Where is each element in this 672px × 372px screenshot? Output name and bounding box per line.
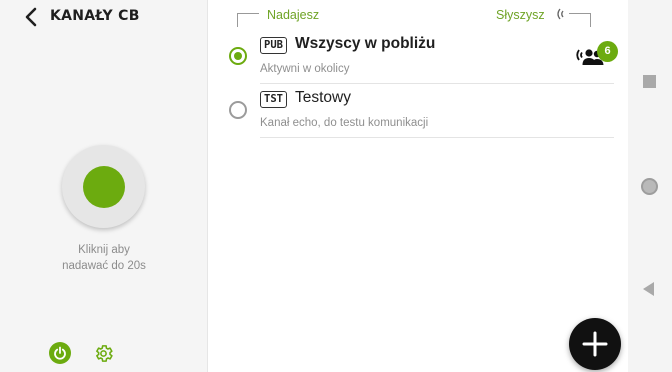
row-divider bbox=[260, 137, 614, 138]
channel-name: Wszyscy w pobliżu bbox=[295, 35, 436, 52]
channel-description: Aktywni w okolicy bbox=[260, 63, 350, 75]
gear-icon bbox=[96, 345, 113, 362]
push-to-talk-hint: Kliknij aby nadawać do 20s bbox=[0, 243, 208, 274]
transmit-column-bracket bbox=[237, 13, 259, 27]
push-to-talk-indicator bbox=[82, 165, 125, 208]
page-title: KANAŁY CB bbox=[50, 8, 140, 24]
listen-column-header: Słyszysz bbox=[496, 8, 545, 22]
channel-description: Kanał echo, do testu komunikacji bbox=[260, 117, 429, 129]
channel-row-public[interactable]: PUB Wszyscy w pobliżu Aktywni w okolicy … bbox=[209, 30, 628, 84]
transmit-radio-selected[interactable] bbox=[229, 47, 247, 65]
power-button[interactable] bbox=[49, 342, 71, 364]
push-to-talk-hint-line2: nadawać do 20s bbox=[62, 259, 146, 272]
system-navigation-bar bbox=[628, 0, 672, 372]
add-channel-button[interactable] bbox=[569, 318, 621, 370]
channel-tag: PUB bbox=[260, 37, 287, 54]
back-triangle-icon[interactable] bbox=[643, 282, 654, 296]
channel-list-panel: Nadajesz Słyszysz PUB Wszyscy w pobliżu … bbox=[209, 0, 628, 372]
home-icon[interactable] bbox=[641, 178, 658, 195]
push-to-talk-button[interactable] bbox=[62, 145, 145, 228]
transmit-column-header: Nadajesz bbox=[267, 8, 320, 22]
settings-button[interactable] bbox=[93, 343, 114, 364]
radio-dot bbox=[234, 52, 242, 60]
power-icon bbox=[54, 346, 66, 360]
left-panel: KANAŁY CB Kliknij aby nadawać do 20s bbox=[0, 0, 208, 372]
recent-apps-icon[interactable] bbox=[643, 75, 656, 88]
channel-name: Testowy bbox=[295, 89, 351, 106]
channel-tag: TST bbox=[260, 91, 287, 108]
signal-wave-icon bbox=[557, 8, 564, 20]
listen-column-bracket bbox=[569, 13, 591, 27]
transmit-radio-unselected[interactable] bbox=[229, 101, 247, 119]
arrow-back-icon bbox=[25, 7, 37, 27]
listeners-count-badge: 6 bbox=[597, 41, 618, 62]
push-to-talk-hint-line1: Kliknij aby bbox=[78, 244, 130, 256]
listeners-indicator[interactable]: 6 bbox=[574, 40, 620, 70]
back-button[interactable] bbox=[22, 6, 42, 28]
plus-icon bbox=[582, 331, 608, 357]
channel-row-test[interactable]: TST Testowy Kanał echo, do testu komunik… bbox=[209, 84, 628, 138]
